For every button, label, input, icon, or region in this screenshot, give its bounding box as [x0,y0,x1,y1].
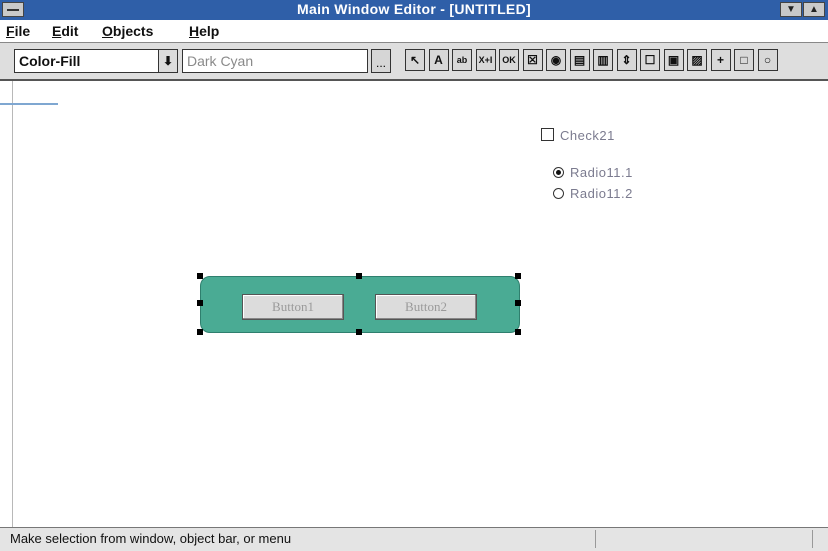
resize-handle-bottom-right[interactable] [515,329,521,335]
status-pane-divider [812,530,813,548]
ellipsis-button[interactable]: ... [371,49,391,73]
radio-label-1: Radio11.1 [570,165,633,180]
spin-icon[interactable]: ⇕ [616,49,637,71]
checkbox-label: Check21 [560,128,615,143]
menu-help-rest: elp [199,23,220,39]
menu-help[interactable]: Help [189,23,219,39]
menu-edit[interactable]: Edit [52,23,78,39]
title-bar: Main Window Editor - [UNTITLED] ▼ ▲ [0,0,828,21]
value-select[interactable]: Dark Cyan [182,49,368,73]
status-bar: Make selection from window, object bar, … [0,527,828,551]
property-select-value: Color-Fill [19,53,81,69]
image-box-icon[interactable]: ▨ [687,49,707,71]
menu-bar: File Edit Objects Help [0,20,828,43]
canvas-left-edge [0,81,13,527]
status-pane-divider [595,530,596,548]
radio-label-2: Radio11.2 [570,186,633,201]
pointer-icon[interactable]: ↖ [405,49,425,71]
scroll-icon[interactable]: X+I [475,49,496,71]
radio-option-1[interactable]: Radio11.1 [553,165,633,180]
status-message: Make selection from window, object bar, … [10,531,292,546]
resize-handle-top-left[interactable] [197,273,203,279]
property-select[interactable]: Color-Fill ⬇ [14,49,178,73]
resize-handle-bottom[interactable] [356,329,362,335]
ellipse-icon[interactable]: ○ [757,49,778,71]
button-2[interactable]: Button2 [375,294,477,320]
menu-edit-rest: dit [61,23,79,39]
line-icon[interactable]: + [710,49,731,71]
menu-objects[interactable]: Objects [102,23,153,39]
radio-option-2[interactable]: Radio11.2 [553,186,633,201]
resize-handle-left[interactable] [197,300,203,306]
menu-file-rest: ile [14,23,31,39]
dropdown-arrow-icon[interactable]: ⬇ [158,50,177,72]
picture-icon[interactable]: ▣ [663,49,684,71]
radio-selected-icon [553,167,564,178]
object-bar: Color-Fill ⬇ Dark Cyan ... ↖ Aab X+I OK ☒ ◉ ▤ ▥… [0,43,828,81]
window-border-mark [0,103,58,105]
menu-file[interactable]: File [6,23,30,39]
checkbox-icon [541,128,554,141]
text-label-icon[interactable]: A [428,49,449,71]
listbox-icon[interactable]: ▤ [569,49,590,71]
minimize-button[interactable]: ▼ [780,2,802,17]
design-canvas[interactable]: Check21 Radio11.1 Radio11.2 Button1 Butt… [0,81,828,527]
resize-handle-right[interactable] [515,300,521,306]
push-button-icon[interactable]: OK [499,49,519,71]
combobox-icon[interactable]: ▥ [593,49,613,71]
menu-objects-rest: bjects [112,23,154,39]
maximize-button[interactable]: ▲ [803,2,825,17]
radio-unselected-icon [553,188,564,199]
checkbox-check21[interactable]: Check21 [541,128,615,143]
resize-handle-top[interactable] [356,273,362,279]
resize-handle-top-right[interactable] [515,273,521,279]
frame-icon[interactable]: ☐ [640,49,660,71]
value-select-text: Dark Cyan [187,53,254,69]
resize-handle-bottom-left[interactable] [197,329,203,335]
button-1[interactable]: Button1 [242,294,344,320]
checkbox-tool-icon[interactable]: ☒ [522,49,543,71]
window-title: Main Window Editor - [UNTITLED] [297,1,531,17]
rectangle-icon[interactable]: □ [734,49,754,71]
text-field-icon[interactable]: ab [452,49,472,71]
radio-tool-icon[interactable]: ◉ [546,49,566,71]
